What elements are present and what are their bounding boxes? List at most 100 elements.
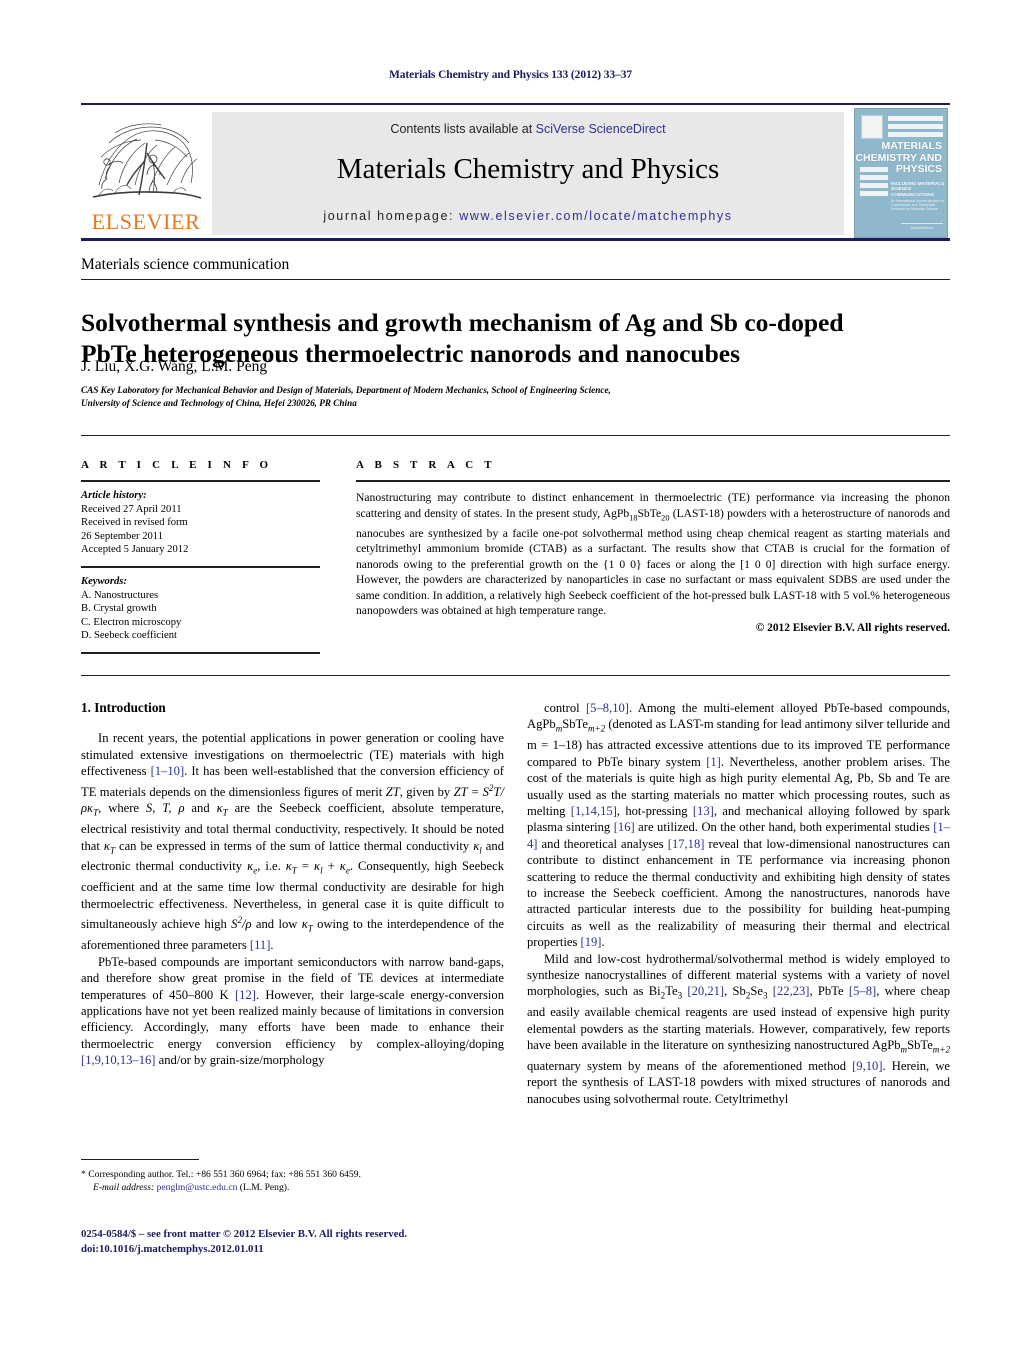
banner-bottom-rule [81,238,950,241]
citation-ref[interactable]: [11] [250,938,271,952]
citation-ref[interactable]: [1,14,15] [571,804,617,818]
running-head: Materials Chemistry and Physics 133 (201… [388,69,633,81]
body-column-right: control [5–8,10]. Among the multi-elemen… [527,700,950,1107]
journal-header-banner: ELSEVIER Contents lists available at Sci… [81,103,950,241]
keywords-rule [81,565,320,568]
abstract-part-3: (LAST-18) powders with a heterostructure… [356,506,950,618]
citation-ref[interactable]: [13] [693,804,714,818]
paragraph: control [5–8,10]. Among the multi-elemen… [527,700,950,951]
text-run: , Sb [724,984,746,999]
contents-lists-line: Contents lists available at SciVerse Sci… [212,122,844,136]
text-run: are utilized. On the other hand, both ex… [634,820,934,835]
footnote-rule [81,1159,199,1160]
citation-ref[interactable]: [22,23] [773,984,810,998]
doi-line: doi:10.1016/j.matchemphys.2012.01.011 [81,1242,264,1255]
footnote-text: Corresponding author. Tel.: +86 551 360 … [85,1169,361,1180]
symbol-vars: S, T, ρ [145,801,185,816]
keywords-label: Keywords: [81,575,127,587]
citation-ref[interactable]: [1–10] [151,764,185,778]
homepage-prefix: journal homepage: [323,209,460,223]
cover-bar [888,132,943,137]
abstract-part-2: SbTe [637,506,662,520]
affiliation-line-1: CAS Key Laboratory for Mechanical Behavi… [81,385,611,395]
journal-title: Materials Chemistry and Physics [336,153,720,185]
text-run: SbTe [907,1038,933,1053]
citation-ref[interactable]: [12] [235,988,256,1002]
article-info-column: A R T I C L E I N F O Article history: R… [81,459,320,661]
journal-info-box: Contents lists available at SciVerse Sci… [212,112,844,235]
cover-bar [888,116,943,121]
citation-ref[interactable]: [9,10] [852,1059,882,1073]
formula-sub: m+2 [932,1044,950,1055]
text-run: and [184,801,217,816]
text-run: quaternary system by means of the aforem… [527,1059,853,1074]
citation-ref[interactable]: [20,21] [687,984,724,998]
article-history-item: Received in revised form [81,517,188,529]
author-names: J. Liu, X.G. Wang, L.M. Peng [81,358,268,376]
keyword-item: D. Seebeck coefficient [81,630,177,642]
journal-homepage-line: journal homepage: www.elsevier.com/locat… [212,209,844,223]
abstract-sub-2: 20 [661,512,670,522]
article-history-item: Received 27 April 2011 [81,503,182,515]
footnote-line-1: * Corresponding author. Tel.: +86 551 36… [81,1168,504,1181]
banner-top-rule [81,103,950,105]
abstract-rule [356,480,950,482]
divider-rule-body [81,675,950,676]
abstract-column: A B S T R A C T Nanostructuring may cont… [356,459,950,634]
text-run: SbTe [562,717,588,732]
text-run: can be expressed in terms of the sum of … [114,838,474,853]
email-label: E-mail address: [93,1182,155,1193]
text-run: , PbTe [809,984,849,999]
cover-bar [860,183,888,188]
email-owner: (L.M. Peng). [237,1182,290,1193]
keyword-item: A. Nanostructures [81,589,159,601]
text-italic: ZT [385,784,400,799]
divider-rule-top [81,279,950,280]
elsevier-tree-icon [92,123,202,199]
issn-line: 0254-0584/$ – see front matter © 2012 El… [81,1228,408,1240]
email-link[interactable]: penglm@ustc.edu.cn [157,1182,238,1193]
paper-page: Materials Chemistry and Physics 133 (201… [0,0,1021,1351]
citation-ref[interactable]: [1,9,10,13–16] [81,1053,156,1067]
text-run: control [544,701,586,715]
abstract-heading: A B S T R A C T [356,459,496,471]
cover-bar [888,124,943,129]
citation-ref[interactable]: [17,18] [668,837,705,851]
paragraph: In recent years, the potential applicati… [81,730,504,953]
corresponding-author-footnote: * Corresponding author. Tel.: +86 551 36… [81,1159,504,1194]
corresponding-author-marker: * [267,356,273,368]
cover-fine-print: An International Journal devoted to Expe… [891,199,944,212]
journal-homepage-link[interactable]: www.elsevier.com/locate/matchemphys [459,209,732,223]
divider-rule-info [81,435,950,436]
sciencedirect-link[interactable]: SciVerse ScienceDirect [536,122,666,136]
citation-ref[interactable]: [5–8,10] [586,701,629,715]
citation-ref[interactable]: [1] [706,755,721,769]
article-history-item: 26 September 2011 [81,530,163,542]
formula-sub: 3 [762,990,768,1001]
contents-prefix: Contents lists available at [390,122,536,136]
keyword-item: B. Crystal growth [81,603,157,615]
affiliation: CAS Key Laboratory for Mechanical Behavi… [81,384,881,409]
article-history: Article history: Received 27 April 2011 … [81,489,320,557]
keywords-bottom-rule [81,651,320,654]
journal-cover-thumbnail: MATERIALS CHEMISTRY AND PHYSICS INCLUDIN… [854,108,948,238]
article-history-item: Accepted 5 January 2012 [81,544,189,556]
article-history-label: Article history: [81,490,147,501]
article-info-rule [81,480,320,482]
paragraph: Mild and low-cost hydrothermal/solvother… [527,951,950,1108]
citation-ref[interactable]: [19] [581,935,602,949]
citation-ref[interactable]: [5–8] [849,984,876,998]
keywords-block: Keywords: A. Nanostructures B. Crystal g… [81,575,320,643]
affiliation-line-2: University of Science and Technology of … [81,397,357,408]
citation-ref[interactable]: [16] [614,820,635,834]
text-run: = [296,859,315,874]
footnote-line-2: E-mail address: penglm@ustc.edu.cn (L.M.… [81,1181,504,1194]
text-run: . [601,935,605,950]
keyword-item: C. Electron microscopy [81,616,182,628]
issn-doi-block: 0254-0584/$ – see front matter © 2012 El… [81,1227,581,1256]
cover-title-line1: MATERIALS [881,140,942,152]
cover-elsevier-mark-icon [861,115,883,139]
text-run: + [322,859,340,874]
text-run: , where [98,801,146,816]
abstract-copyright: © 2012 Elsevier B.V. All rights reserved… [755,622,950,635]
